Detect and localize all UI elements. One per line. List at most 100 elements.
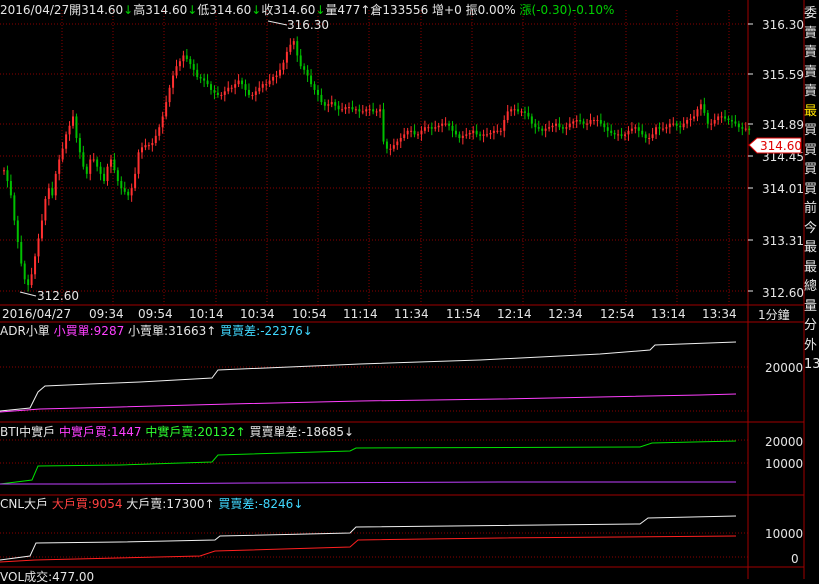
candle-body	[720, 116, 723, 118]
candle-body	[510, 109, 513, 112]
bti-panel-header[interactable]: BTI中實戶 中實戶買:1447 中實戶賣:20132↑ 買賣單差:-18685…	[0, 425, 354, 439]
candle-body	[648, 137, 651, 139]
candle-body	[544, 128, 547, 131]
candle-body	[268, 80, 271, 85]
candle-body	[75, 116, 78, 138]
candle-body	[65, 134, 68, 149]
high-annotation: 316.30	[267, 18, 329, 32]
candle-body	[40, 220, 43, 239]
candle-body	[589, 120, 592, 124]
candle-body	[51, 188, 54, 196]
candle-body	[78, 137, 81, 153]
cnl-panel-header[interactable]: CNL大戶 大戶買:9054 大戶賣:17300↑ 買賣差:-8246↓	[0, 497, 303, 511]
candle-body	[282, 62, 285, 70]
time-label: 2016/04/27	[2, 307, 71, 321]
candle-body	[448, 123, 451, 126]
cnl-big-buy-line	[0, 535, 737, 563]
candle-body	[744, 128, 747, 130]
candle-body	[427, 127, 430, 129]
candle-body	[210, 84, 212, 90]
cnl-diff: 買賣差:-8246	[218, 497, 294, 511]
candle-body	[634, 127, 637, 129]
bti-mid-sell: 中實戶賣:20132	[145, 425, 236, 439]
candle-body	[254, 91, 257, 95]
price-tick: 312.60	[762, 286, 804, 300]
candle-body	[582, 121, 585, 124]
bti-tick: 10000	[765, 457, 803, 471]
candle-body	[182, 55, 185, 62]
candle-body	[230, 87, 233, 89]
candle-body	[34, 256, 37, 275]
candle-body	[679, 125, 682, 128]
time-label: 11:54	[446, 307, 481, 321]
candle-body	[3, 170, 5, 172]
candle-body	[413, 130, 416, 135]
candle-body	[586, 123, 589, 125]
candle-body	[306, 69, 309, 76]
quote-sidebar[interactable]: 委 賣 賣 賣 賣 最 買 買 買 買 前 今 最 最 總 量 分 外 13	[804, 4, 819, 375]
candle-body	[737, 123, 740, 128]
candle-body	[706, 112, 709, 124]
period-label: 1分鐘	[758, 307, 790, 322]
candle-body	[351, 107, 354, 110]
candle-body	[354, 109, 357, 111]
candle-body	[320, 94, 323, 103]
candle-body	[451, 125, 454, 131]
candle-body	[668, 123, 671, 128]
vol-panel-header[interactable]: VOL成交:477.00	[0, 570, 94, 584]
candle-body	[617, 134, 620, 136]
time-label: 09:54	[138, 307, 173, 321]
candle-body	[337, 105, 340, 110]
cnl-sell-arrow: ↑	[204, 497, 215, 511]
sidebar-label: 最	[804, 259, 818, 275]
current-price-value: 314.60	[760, 139, 802, 153]
candle-body	[206, 80, 209, 85]
chart-grid	[0, 0, 805, 579]
adr-panel-header[interactable]: ADR小單 小買單:9287 小賣單:31663↑ 買賣差:-22376↓	[0, 324, 313, 338]
candle-body	[172, 75, 175, 88]
candle-body	[385, 141, 388, 149]
candle-body	[492, 130, 495, 133]
sidebar-extra: 13	[804, 357, 819, 372]
candle-body	[30, 274, 33, 286]
candle-body	[203, 78, 206, 81]
candle-body	[406, 130, 409, 135]
bti-tick: 20000	[765, 435, 803, 449]
candle-body	[454, 130, 457, 135]
candle-body	[247, 89, 250, 95]
candle-body	[199, 76, 202, 79]
candle-body	[299, 55, 302, 67]
candle-body	[89, 159, 92, 174]
candle-body	[575, 120, 578, 122]
candlestick-series[interactable]	[3, 36, 751, 292]
candle-body	[475, 130, 478, 135]
candle-body	[368, 109, 371, 111]
time-label: 12:14	[497, 307, 532, 321]
candle-body	[220, 94, 223, 96]
candle-body	[399, 137, 402, 142]
candle-body	[147, 145, 150, 147]
quote-volume: 量477	[325, 3, 361, 17]
candle-body	[144, 145, 147, 148]
candle-body	[727, 118, 730, 121]
candle-body	[37, 238, 40, 257]
candle-body	[579, 120, 582, 122]
adr-small-sell: 小賣單:31663	[128, 324, 207, 338]
candle-body	[141, 147, 143, 153]
candle-body	[534, 123, 537, 128]
candle-body	[655, 127, 658, 135]
candle-body	[710, 123, 713, 125]
candle-body	[96, 159, 99, 167]
indicator-lines	[0, 341, 737, 563]
sidebar-label: 外	[804, 337, 818, 353]
price-tick: 314.89	[762, 118, 804, 132]
cnl-diff-arrow: ↓	[293, 497, 304, 511]
candle-body	[730, 120, 733, 122]
trading-chart[interactable]: 316.30 315.59 314.89 314.45 314.01 313.3…	[0, 0, 819, 579]
time-label: 12:54	[600, 307, 635, 321]
candle-body	[696, 109, 699, 117]
sidebar-label: 最	[804, 103, 818, 119]
candle-body	[389, 148, 392, 150]
time-label: 12:34	[548, 307, 583, 321]
candle-body	[244, 84, 247, 90]
